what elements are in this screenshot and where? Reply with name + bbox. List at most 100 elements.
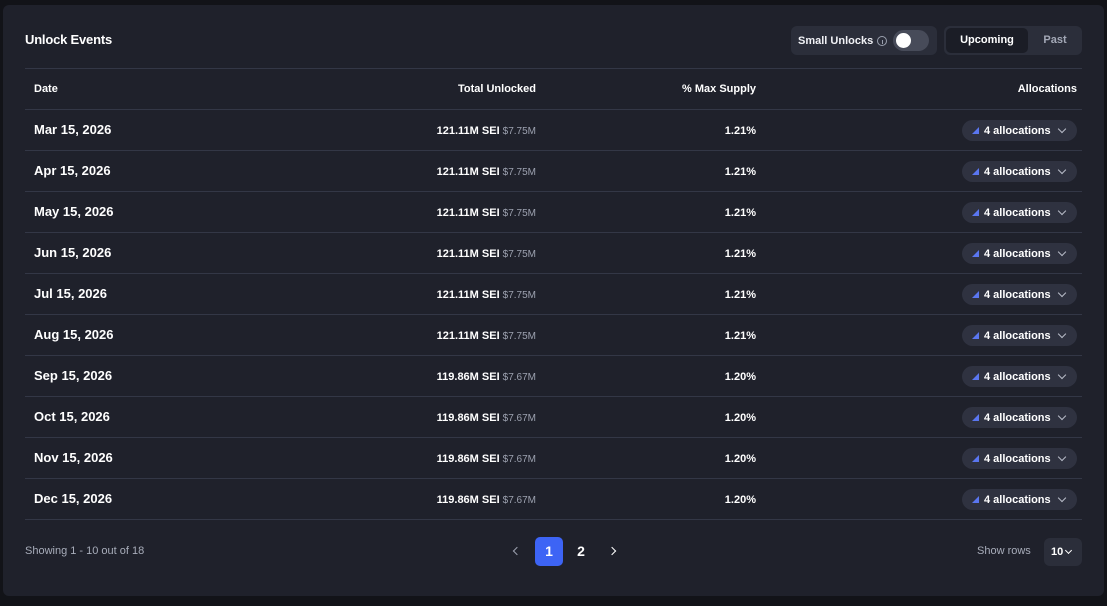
allocations-dropdown-button[interactable]: 4 allocations xyxy=(962,366,1077,387)
chevron-down-icon xyxy=(1057,165,1066,175)
small-unlocks-toggle[interactable] xyxy=(893,30,929,51)
allocations-dropdown-button[interactable]: 4 allocations xyxy=(962,202,1077,223)
page-button-1[interactable]: 1 xyxy=(535,537,563,566)
row-total-unlocked: 119.86M SEI $7.67M xyxy=(437,479,536,519)
page-button-2[interactable]: 2 xyxy=(567,537,595,566)
row-date: Mar 15, 2026 xyxy=(34,110,111,150)
row-date: Dec 15, 2026 xyxy=(34,479,112,519)
chevron-down-icon xyxy=(1057,370,1066,380)
allocations-label: 4 allocations xyxy=(984,206,1051,219)
row-max-supply: 1.21% xyxy=(725,315,756,355)
token-amount: 121.11M SEI xyxy=(436,330,500,342)
max-supply-percent: 1.20% xyxy=(724,371,756,383)
allocations-dropdown-button[interactable]: 4 allocations xyxy=(962,243,1077,264)
row-date: Jun 15, 2026 xyxy=(34,233,111,273)
allocations-dropdown-button[interactable]: 4 allocations xyxy=(962,489,1077,510)
date-text: May 15, 2026 xyxy=(34,204,114,219)
chevron-down-icon xyxy=(1057,288,1066,298)
date-text: Sep 15, 2026 xyxy=(34,368,113,383)
token-amount: 121.11M SEI xyxy=(436,248,500,260)
max-supply-percent: 1.20% xyxy=(724,494,756,506)
max-supply-percent: 1.21% xyxy=(724,330,756,342)
show-rows-label: Show rows xyxy=(977,545,1031,557)
allocations-label: 4 allocations xyxy=(984,493,1051,506)
table-header: Date Total Unlocked % Max Supply Allocat… xyxy=(25,68,1082,110)
date-text: Oct 15, 2026 xyxy=(34,409,110,424)
row-total-unlocked: 119.86M SEI $7.67M xyxy=(437,356,536,396)
row-max-supply: 1.20% xyxy=(725,397,756,437)
allocations-label: 4 allocations xyxy=(984,452,1051,465)
allocations-dropdown-button[interactable]: 4 allocations xyxy=(962,120,1077,141)
table-row: Dec 15, 2026 119.86M SEI $7.67M 1.20% 4 allo… xyxy=(25,479,1082,520)
token-amount: 121.11M SEI xyxy=(436,125,500,137)
token-amount: 119.86M SEI xyxy=(436,453,500,465)
allocations-label: 4 allocations xyxy=(984,288,1051,301)
tab-past[interactable]: Past xyxy=(1030,28,1080,53)
table-row: Jul 15, 2026 121.11M SEI $7.75M 1.21% 4 allo… xyxy=(25,274,1082,315)
date-text: Apr 15, 2026 xyxy=(34,163,111,178)
row-date: May 15, 2026 xyxy=(34,192,114,232)
date-text: Nov 15, 2026 xyxy=(34,450,113,465)
row-total-unlocked: 121.11M SEI $7.75M xyxy=(437,110,536,150)
token-amount: 119.86M SEI xyxy=(436,412,500,424)
chevron-down-icon xyxy=(1065,546,1073,555)
max-supply-percent: 1.21% xyxy=(724,125,756,137)
showing-count: Showing 1 - 10 out of 18 xyxy=(25,545,145,557)
info-icon[interactable] xyxy=(877,35,888,46)
allocation-triangle-icon xyxy=(972,168,979,175)
allocations-dropdown-button[interactable]: 4 allocations xyxy=(962,448,1077,469)
token-amount: 121.11M SEI xyxy=(436,289,500,301)
unlock-events-card: Unlock Events Small Unlocks Upcoming Pas… xyxy=(3,5,1104,596)
column-header-allocations: Allocations xyxy=(1017,83,1077,95)
card-title: Unlock Events xyxy=(25,32,112,47)
allocation-triangle-icon xyxy=(972,496,979,503)
rows-per-page-select[interactable]: 10 xyxy=(1044,538,1082,566)
allocations-label: 4 allocations xyxy=(984,247,1051,260)
usd-value: $7.75M xyxy=(502,331,536,342)
row-total-unlocked: 121.11M SEI $7.75M xyxy=(437,315,536,355)
column-header-date: Date xyxy=(34,83,58,95)
row-max-supply: 1.20% xyxy=(725,479,756,519)
max-supply-percent: 1.20% xyxy=(724,412,756,424)
usd-value: $7.75M xyxy=(502,290,536,301)
table-row: Aug 15, 2026 121.11M SEI $7.75M 1.21% 4 allo… xyxy=(25,315,1082,356)
tab-upcoming[interactable]: Upcoming xyxy=(946,28,1028,53)
chevron-down-icon xyxy=(1057,452,1066,462)
usd-value: $7.75M xyxy=(502,167,536,178)
rows-per-page-value: 10 xyxy=(1051,546,1064,558)
small-unlocks-control: Small Unlocks xyxy=(791,26,937,55)
row-max-supply: 1.20% xyxy=(725,356,756,396)
max-supply-percent: 1.20% xyxy=(724,453,756,465)
row-max-supply: 1.21% xyxy=(725,274,756,314)
table-row: Oct 15, 2026 119.86M SEI $7.67M 1.20% 4 allo… xyxy=(25,397,1082,438)
chevron-down-icon xyxy=(1057,124,1066,134)
allocations-dropdown-button[interactable]: 4 allocations xyxy=(962,325,1077,346)
column-header-max-supply: % Max Supply xyxy=(682,83,756,95)
row-total-unlocked: 121.11M SEI $7.75M xyxy=(437,233,536,273)
date-text: Jun 15, 2026 xyxy=(34,245,112,260)
chevron-down-icon xyxy=(1057,247,1066,257)
allocations-dropdown-button[interactable]: 4 allocations xyxy=(962,161,1077,182)
usd-value: $7.67M xyxy=(502,413,536,424)
usd-value: $7.75M xyxy=(502,208,536,219)
chevron-down-icon xyxy=(1057,206,1066,216)
small-unlocks-label: Small Unlocks xyxy=(798,34,874,47)
chevron-left-icon[interactable] xyxy=(512,546,522,556)
usd-value: $7.75M xyxy=(502,249,536,260)
token-amount: 119.86M SEI xyxy=(436,494,500,506)
allocation-triangle-icon xyxy=(972,250,979,257)
allocations-dropdown-button[interactable]: 4 allocations xyxy=(962,284,1077,305)
table-body: Mar 15, 2026 121.11M SEI $7.75M 1.21% 4 allo… xyxy=(25,110,1082,520)
usd-value: $7.67M xyxy=(502,454,536,465)
row-total-unlocked: 119.86M SEI $7.67M xyxy=(437,438,536,478)
allocation-triangle-icon xyxy=(972,332,979,339)
usd-value: $7.67M xyxy=(502,372,536,383)
usd-value: $7.67M xyxy=(502,495,536,506)
row-date: Oct 15, 2026 xyxy=(34,397,110,437)
allocation-triangle-icon xyxy=(972,209,979,216)
table-row: May 15, 2026 121.11M SEI $7.75M 1.21% 4 allo… xyxy=(25,192,1082,233)
allocations-dropdown-button[interactable]: 4 allocations xyxy=(962,407,1077,428)
allocations-label: 4 allocations xyxy=(984,370,1051,383)
row-date: Nov 15, 2026 xyxy=(34,438,113,478)
chevron-right-icon[interactable] xyxy=(607,546,617,556)
